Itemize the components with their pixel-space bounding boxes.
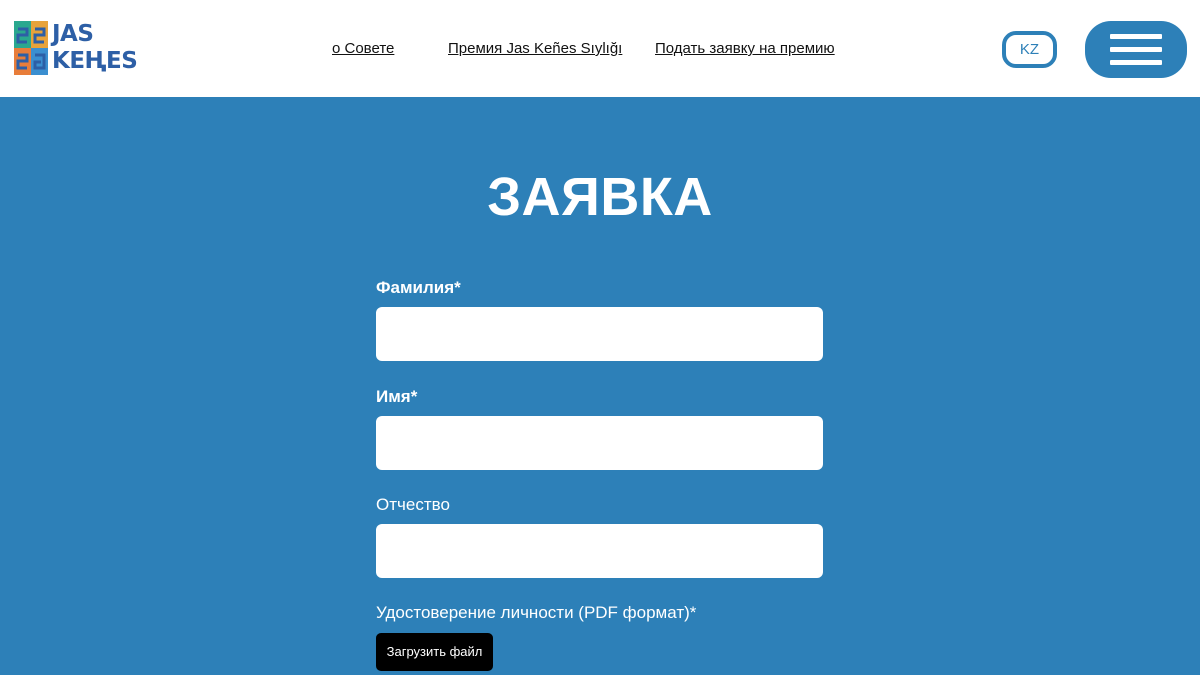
logo-emblem-icon: [14, 21, 48, 75]
surname-label: Фамилия*: [376, 278, 461, 297]
language-switch-button[interactable]: KZ: [1002, 31, 1057, 68]
menu-button[interactable]: [1085, 21, 1187, 78]
hamburger-icon-bar: [1110, 47, 1162, 52]
logo-line-1: JAS: [52, 21, 94, 47]
id-document-label: Удостоверение личности (PDF формат)*: [376, 603, 697, 622]
site-header: JAS KEҢES о Совете Премия Jas Keñes Sıyl…: [0, 0, 1200, 97]
hamburger-icon: [1110, 34, 1162, 39]
site-logo[interactable]: JAS KEҢES: [14, 21, 144, 77]
name-field[interactable]: [376, 416, 823, 470]
logo-wordmark: JAS KEҢES: [52, 21, 138, 75]
nav-about-council[interactable]: о Совете: [332, 40, 394, 57]
name-label: Имя*: [376, 387, 418, 406]
logo-line-2: KEҢES: [52, 48, 138, 74]
patronymic-field[interactable]: [376, 524, 823, 578]
nav-prize[interactable]: Премия Jas Keñes Sıylığı: [448, 40, 622, 57]
nav-apply[interactable]: Подать заявку на премию: [655, 40, 835, 57]
page-title: ЗАЯВКА: [487, 167, 713, 227]
hamburger-icon-bar: [1110, 60, 1162, 65]
upload-file-button[interactable]: Загрузить файл: [376, 633, 493, 671]
surname-field[interactable]: [376, 307, 823, 361]
patronymic-label: Отчество: [376, 495, 450, 514]
